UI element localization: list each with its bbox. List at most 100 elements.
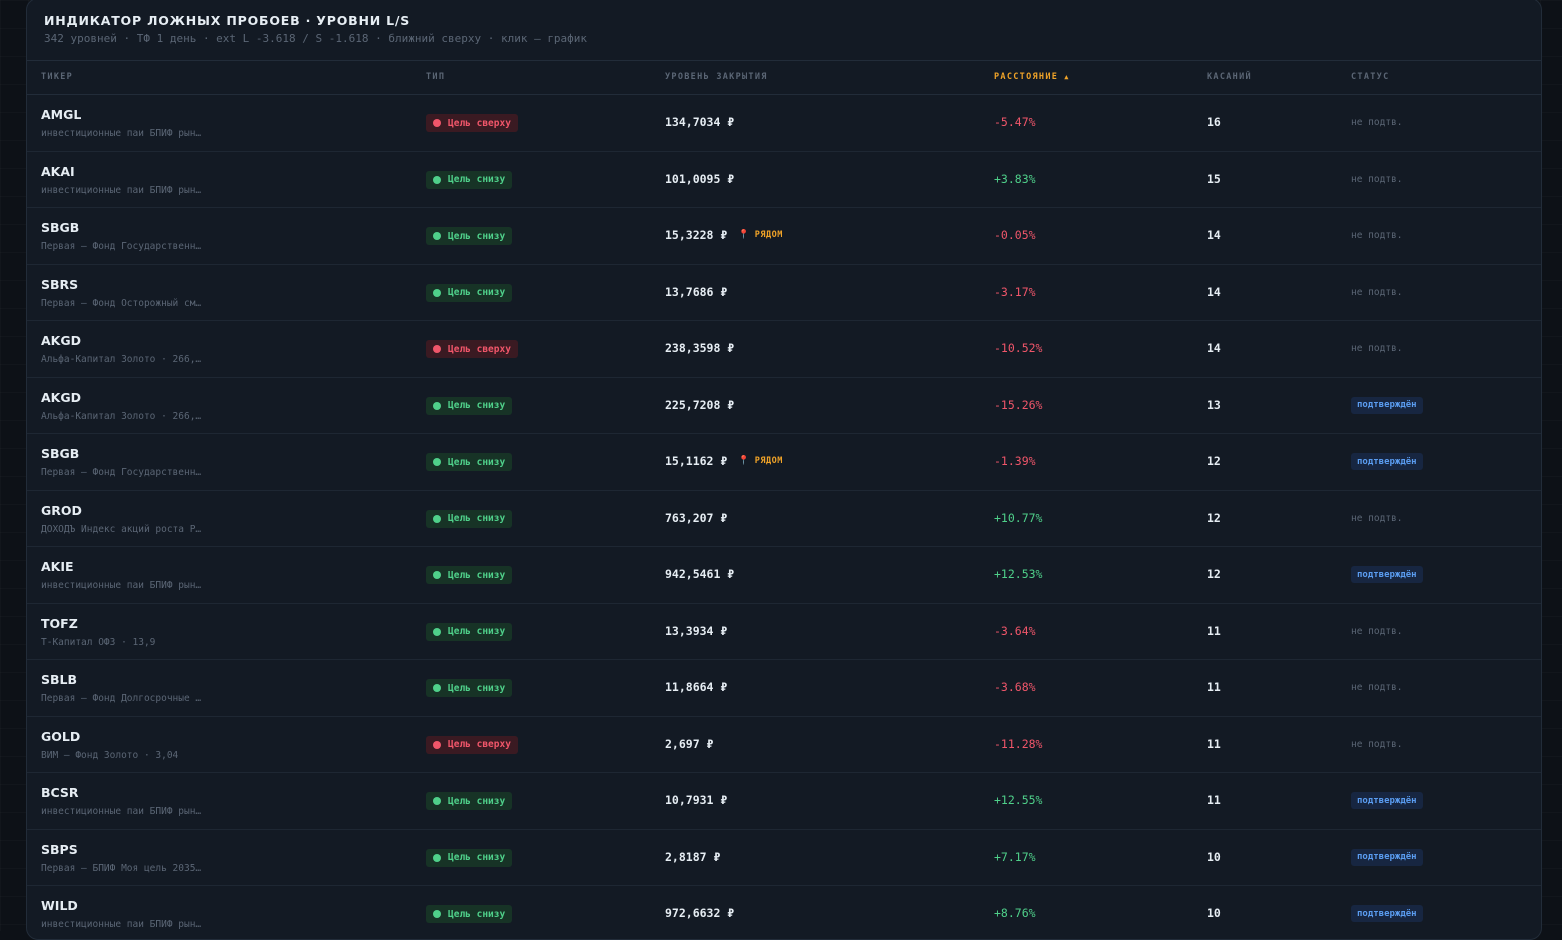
status-badge: не подтв. bbox=[1351, 512, 1403, 524]
levels-panel: ИНДИКАТОР ЛОЖНЫХ ПРОБОЕВ · УРОВНИ L/S 34… bbox=[26, 0, 1542, 940]
table-row[interactable]: SBRS Первая – Фонд Осторожный см… Цель с… bbox=[27, 265, 1541, 321]
type-badge: Цель снизу bbox=[426, 679, 513, 697]
instrument-name: Т-Капитал ОФЗ · 13,9 bbox=[41, 636, 156, 648]
column-header-ticker[interactable]: ТИКЕР bbox=[41, 72, 73, 82]
table-row[interactable]: SBLB Первая – Фонд Долгосрочные … Цель с… bbox=[27, 660, 1541, 717]
status-badge: подтверждён bbox=[1351, 848, 1423, 866]
close-level: 15,1162 ₽ bbox=[665, 454, 728, 468]
direction-dot-icon bbox=[433, 627, 441, 636]
touches-count: 11 bbox=[1207, 736, 1221, 751]
type-badge: Цель снизу bbox=[426, 566, 513, 584]
status-badge: не подтв. bbox=[1351, 343, 1403, 354]
distance-value: +12.53% bbox=[994, 567, 1043, 581]
ticker-symbol: GROD bbox=[41, 502, 82, 518]
table-row[interactable]: AKAI инвестиционные паи БПИФ рын… Цель с… bbox=[27, 152, 1541, 208]
status-badge: подтверждён bbox=[1351, 792, 1423, 809]
instrument-name: Первая – Фонд Государственн… bbox=[41, 467, 202, 478]
close-level: 13,7686 ₽ bbox=[665, 284, 728, 299]
status-badge: не подтв. bbox=[1351, 173, 1403, 185]
close-level: 2,697 ₽ bbox=[665, 736, 714, 751]
close-level: 2,8187 ₽ bbox=[665, 849, 721, 864]
table-row[interactable]: SBGB Первая – Фонд Государственн… Цель с… bbox=[27, 208, 1541, 265]
column-header-distance[interactable]: РАССТОЯНИЕ ▲ bbox=[994, 72, 1070, 82]
distance-value: -3.17% bbox=[994, 284, 1036, 299]
close-level: 763,207 ₽ bbox=[665, 510, 728, 525]
ticker-symbol: BCSR bbox=[41, 785, 79, 800]
instrument-name: Альфа-Капитал Золото · 266,… bbox=[41, 410, 202, 422]
touches-count: 14 bbox=[1207, 284, 1221, 299]
table-row[interactable]: TOFZ Т-Капитал ОФЗ · 13,9 Цель снизу 13,… bbox=[27, 604, 1541, 660]
table-row[interactable]: AMGL инвестиционные паи БПИФ рын… Цель с… bbox=[27, 95, 1541, 152]
status-badge: не подтв. bbox=[1351, 682, 1403, 693]
pin-icon: 📍 bbox=[738, 230, 750, 240]
type-badge: Цель снизу bbox=[426, 792, 513, 810]
status-badge: не подтв. bbox=[1351, 625, 1403, 637]
type-badge: Цель снизу bbox=[426, 509, 513, 528]
distance-value: +8.76% bbox=[994, 906, 1036, 920]
direction-dot-icon bbox=[433, 514, 441, 523]
table-row[interactable]: AKGD Альфа-Капитал Золото · 266,… Цель с… bbox=[27, 321, 1541, 378]
instrument-name: Первая – Фонд Долгосрочные … bbox=[41, 693, 202, 704]
levels-table-body: AMGL инвестиционные паи БПИФ рын… Цель с… bbox=[27, 95, 1541, 939]
touches-count: 12 bbox=[1207, 567, 1221, 581]
distance-value: -10.52% bbox=[994, 341, 1043, 355]
touches-count: 15 bbox=[1207, 171, 1221, 186]
type-badge: Цель снизу bbox=[426, 396, 513, 415]
close-level: 11,8664 ₽ bbox=[665, 680, 728, 694]
table-row[interactable]: SBGB Первая – Фонд Государственн… Цель с… bbox=[27, 434, 1541, 491]
distance-value: -5.47% bbox=[994, 115, 1036, 129]
close-level: 101,0095 ₽ bbox=[665, 171, 735, 186]
status-badge: не подтв. bbox=[1351, 738, 1403, 750]
table-row[interactable]: GOLD ВИМ – Фонд Золото · 3,04 Цель сверх… bbox=[27, 717, 1541, 773]
status-badge: подтверждён bbox=[1351, 905, 1423, 922]
distance-value: -11.28% bbox=[994, 736, 1043, 751]
direction-dot-icon bbox=[433, 401, 441, 410]
column-header-touches[interactable]: КАСАНИЙ bbox=[1207, 72, 1252, 82]
close-level: 225,7208 ₽ bbox=[665, 397, 735, 412]
ticker-symbol: AKIE bbox=[41, 559, 74, 574]
ticker-symbol: SBGB bbox=[41, 220, 80, 235]
column-header-status[interactable]: СТАТУС bbox=[1351, 72, 1390, 82]
distance-value: -15.26% bbox=[994, 397, 1043, 412]
distance-value: -3.64% bbox=[994, 623, 1036, 638]
distance-value: +10.77% bbox=[994, 510, 1043, 525]
ticker-symbol: AKGD bbox=[41, 389, 81, 405]
type-label: Цель снизу bbox=[448, 569, 506, 581]
instrument-name: инвестиционные паи БПИФ рын… bbox=[41, 184, 202, 196]
type-label: Цель снизу bbox=[448, 513, 506, 524]
ticker-symbol: SBRS bbox=[41, 276, 79, 292]
table-row[interactable]: WILD инвестиционные паи БПИФ рын… Цель с… bbox=[27, 886, 1541, 939]
type-label: Цель снизу bbox=[448, 456, 506, 468]
type-label: Цель снизу bbox=[448, 230, 506, 242]
instrument-name: инвестиционные паи БПИФ рын… bbox=[41, 128, 202, 139]
column-header-level[interactable]: УРОВЕНЬ ЗАКРЫТИЯ bbox=[665, 72, 768, 82]
instrument-name: инвестиционные паи БПИФ рын… bbox=[41, 580, 202, 591]
close-level: 15,3228 ₽ bbox=[665, 228, 728, 242]
ticker-symbol: WILD bbox=[41, 898, 78, 913]
type-label: Цель снизу bbox=[448, 908, 506, 920]
table-row[interactable]: AKGD Альфа-Капитал Золото · 266,… Цель с… bbox=[27, 378, 1541, 434]
close-level: 942,5461 ₽ bbox=[665, 567, 735, 581]
type-label: Цель снизу bbox=[448, 626, 506, 637]
table-row[interactable]: AKIE инвестиционные паи БПИФ рын… Цель с… bbox=[27, 547, 1541, 604]
table-row[interactable]: GROD ДОХОДЪ Индекс акций роста Р… Цель с… bbox=[27, 491, 1541, 547]
direction-dot-icon bbox=[433, 458, 441, 466]
distance-value: -1.39% bbox=[994, 454, 1036, 468]
type-badge: Цель сверху bbox=[426, 114, 518, 132]
instrument-name: Первая – БПИФ Моя цель 2035… bbox=[41, 862, 202, 874]
direction-dot-icon bbox=[433, 175, 441, 184]
ticker-symbol: TOFZ bbox=[41, 615, 78, 631]
table-row[interactable]: SBPS Первая – БПИФ Моя цель 2035… Цель с… bbox=[27, 830, 1541, 886]
touches-count: 10 bbox=[1207, 906, 1221, 920]
touches-count: 11 bbox=[1207, 680, 1221, 694]
status-badge: не подтв. bbox=[1351, 286, 1403, 298]
type-label: Цель снизу bbox=[448, 400, 506, 411]
type-label: Цель сверху bbox=[448, 343, 511, 355]
direction-dot-icon bbox=[433, 797, 441, 805]
column-header-type[interactable]: ТИП bbox=[426, 72, 445, 82]
table-row[interactable]: BCSR инвестиционные паи БПИФ рын… Цель с… bbox=[27, 773, 1541, 830]
type-badge: Цель сверху bbox=[426, 735, 518, 754]
touches-count: 10 bbox=[1207, 849, 1221, 864]
ticker-symbol: SBGB bbox=[41, 446, 80, 461]
direction-dot-icon bbox=[433, 910, 441, 918]
